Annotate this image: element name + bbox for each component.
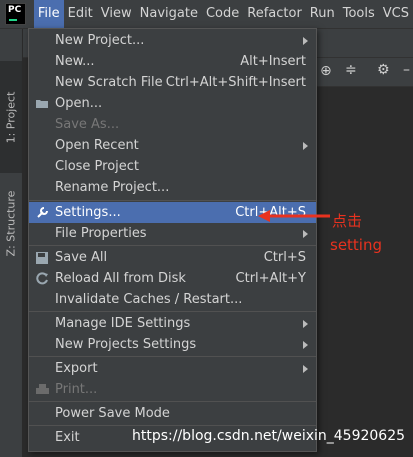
menu-separator bbox=[29, 245, 316, 246]
menu-item-label: Invalidate Caches / Restart... bbox=[55, 292, 243, 307]
menu-run[interactable]: Run bbox=[306, 0, 339, 28]
menu-item-label: Rename Project... bbox=[55, 180, 170, 195]
menu-item-power-save-mode[interactable]: Power Save Mode bbox=[29, 403, 316, 424]
watermark: https://blog.csdn.net/weixin_45920625 bbox=[132, 428, 406, 444]
menu-edit[interactable]: Edit bbox=[64, 0, 97, 28]
menu-navigate[interactable]: Navigate bbox=[136, 0, 202, 28]
menu-item-label: Open Recent bbox=[55, 138, 139, 153]
submenu-arrow-icon bbox=[303, 364, 308, 373]
menu-refactor[interactable]: Refactor bbox=[243, 0, 306, 28]
menu-separator bbox=[29, 401, 316, 402]
menu-separator bbox=[29, 425, 316, 426]
menu-separator bbox=[29, 311, 316, 312]
menu-item-invalidate-caches[interactable]: Invalidate Caches / Restart... bbox=[29, 289, 316, 310]
annotation-text-setting: setting bbox=[330, 236, 383, 254]
menu-item-label: New Project... bbox=[55, 33, 145, 48]
menu-tools[interactable]: Tools bbox=[339, 0, 379, 28]
minimize-icon[interactable]: – bbox=[403, 62, 410, 78]
structure-tab-label: Z: Structure bbox=[4, 190, 18, 256]
menu-separator bbox=[29, 356, 316, 357]
pycharm-logo-icon: PC bbox=[5, 3, 26, 25]
shortcut-label: Ctrl+Alt+Shift+Insert bbox=[165, 75, 306, 90]
menu-vcs[interactable]: VCS bbox=[379, 0, 413, 28]
menu-item-label: Reload All from Disk bbox=[55, 271, 186, 286]
menu-view[interactable]: View bbox=[97, 0, 136, 28]
menu-item-label: Close Project bbox=[55, 159, 140, 174]
menu-item-print: Print... bbox=[29, 379, 316, 400]
menu-item-label: Save As... bbox=[55, 117, 120, 132]
wrench-icon bbox=[35, 206, 49, 220]
menu-item-save-all[interactable]: Save All Ctrl+S bbox=[29, 247, 316, 268]
menu-item-label: Export bbox=[55, 361, 98, 376]
menu-file[interactable]: File bbox=[33, 0, 64, 28]
collapse-icon[interactable]: ≑ bbox=[345, 62, 357, 78]
submenu-arrow-icon bbox=[303, 36, 308, 45]
menu-item-save-as: Save As... bbox=[29, 114, 316, 135]
submenu-arrow-icon bbox=[303, 141, 308, 150]
menu-item-label: New Projects Settings bbox=[55, 337, 197, 352]
file-menu-dropdown: New Project... New... Alt+Insert New Scr… bbox=[28, 28, 317, 452]
project-tab-label: 1: Project bbox=[4, 91, 18, 143]
logo-text: PC bbox=[8, 5, 22, 15]
structure-tool-tab[interactable]: Z: Structure bbox=[0, 177, 22, 269]
project-toolbar: ⊕ ≑ ⚙ – bbox=[315, 58, 413, 87]
annotation-arrow-icon bbox=[258, 210, 330, 222]
menu-item-label: Print... bbox=[55, 382, 98, 397]
submenu-arrow-icon bbox=[303, 340, 308, 349]
menu-item-label: Settings... bbox=[55, 205, 121, 220]
project-tool-tab[interactable]: 1: Project bbox=[0, 61, 22, 173]
menu-item-reload-all[interactable]: Reload All from Disk Ctrl+Alt+Y bbox=[29, 268, 316, 289]
menu-item-label: Power Save Mode bbox=[55, 406, 170, 421]
folder-open-icon bbox=[35, 97, 49, 111]
menu-item-manage-ide-settings[interactable]: Manage IDE Settings bbox=[29, 313, 316, 334]
menu-item-file-properties[interactable]: File Properties bbox=[29, 223, 316, 244]
menu-item-new-project[interactable]: New Project... bbox=[29, 30, 316, 51]
submenu-arrow-icon bbox=[303, 319, 308, 328]
menu-item-label: Manage IDE Settings bbox=[55, 316, 191, 331]
menu-item-label: Open... bbox=[55, 96, 103, 111]
menu-item-label: New... bbox=[55, 54, 95, 69]
left-tool-strip: 1: Project Z: Structure bbox=[0, 29, 23, 457]
menu-item-new-scratch-file[interactable]: New Scratch File Ctrl+Alt+Shift+Insert bbox=[29, 72, 316, 93]
reload-icon bbox=[35, 272, 49, 286]
menu-item-new-projects-settings[interactable]: New Projects Settings bbox=[29, 334, 316, 355]
menu-bar: PC File Edit View Navigate Code Refactor… bbox=[0, 0, 413, 29]
shortcut-label: Ctrl+Alt+Y bbox=[235, 271, 306, 286]
menu-item-open-recent[interactable]: Open Recent bbox=[29, 135, 316, 156]
menu-item-label: Save All bbox=[55, 250, 108, 265]
menu-item-new[interactable]: New... Alt+Insert bbox=[29, 51, 316, 72]
menu-item-label: New Scratch File bbox=[55, 75, 163, 90]
menu-item-close-project[interactable]: Close Project bbox=[29, 156, 316, 177]
menu-code[interactable]: Code bbox=[202, 0, 243, 28]
gear-icon[interactable]: ⚙ bbox=[377, 62, 390, 78]
menu-item-rename-project[interactable]: Rename Project... bbox=[29, 177, 316, 198]
save-icon bbox=[35, 251, 49, 265]
printer-icon bbox=[35, 383, 49, 397]
menu-item-label: File Properties bbox=[55, 226, 147, 241]
submenu-arrow-icon bbox=[303, 229, 308, 238]
locate-icon[interactable]: ⊕ bbox=[320, 63, 332, 79]
annotation-text-click: 点击 bbox=[332, 212, 363, 230]
menu-item-export[interactable]: Export bbox=[29, 358, 316, 379]
menu-item-open[interactable]: Open... bbox=[29, 93, 316, 114]
menu-item-label: Exit bbox=[55, 430, 80, 445]
shortcut-label: Ctrl+S bbox=[263, 250, 306, 265]
shortcut-label: Alt+Insert bbox=[240, 54, 306, 69]
menu-separator bbox=[29, 200, 316, 201]
